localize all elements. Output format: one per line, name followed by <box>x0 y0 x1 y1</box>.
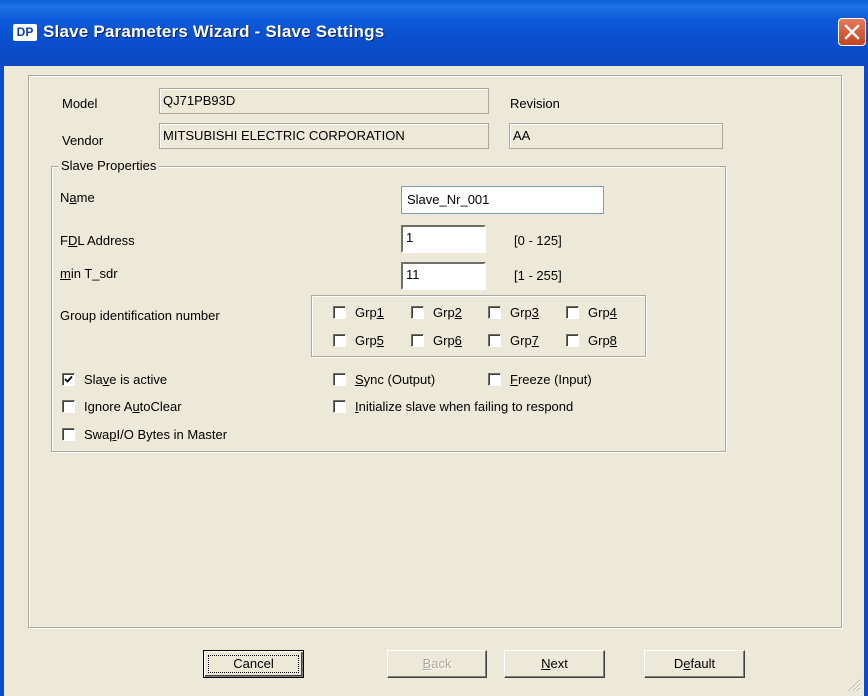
ignore-autoclear-checkbox[interactable]: Ignore Au toClear <box>62 399 182 414</box>
close-icon <box>844 24 860 40</box>
grp-2-checkbox[interactable]: Grp 2 <box>411 305 462 320</box>
grp-6-checkbox[interactable]: Grp 6 <box>411 333 462 348</box>
revision-field[interactable]: AA <box>509 123 723 149</box>
slave-properties-legend: Slave Properties <box>58 158 160 173</box>
vendor-label: Vendor <box>62 133 104 148</box>
grp-7-checkbox[interactable]: Grp 7 <box>488 333 539 348</box>
checkbox-box <box>333 400 346 413</box>
app-icon: DP <box>13 24 37 41</box>
focus-rect <box>208 655 299 673</box>
fdl-address-input[interactable]: 1 <box>401 225 486 253</box>
initialize-slave-checkbox[interactable]: Initialize slave when failing to respond <box>333 399 573 414</box>
window-title: Slave Parameters Wizard - Slave Settings <box>43 22 385 41</box>
group-id-label: Group identification number <box>60 308 220 323</box>
grp-5-checkbox[interactable]: Grp 5 <box>333 333 384 348</box>
default-button[interactable]: Default <box>644 650 745 678</box>
grp-3-checkbox[interactable]: Grp 3 <box>488 305 539 320</box>
checkbox-box <box>488 306 501 319</box>
close-button[interactable] <box>838 18 866 46</box>
window-border-left <box>0 66 4 696</box>
checkbox-box <box>333 334 346 347</box>
next-button[interactable]: Next <box>504 650 605 678</box>
sync-output-checkbox[interactable]: Sync (Output) <box>333 372 435 387</box>
fdl-address-label: FDL Address <box>60 233 135 248</box>
grp-1-checkbox[interactable]: Grp 1 <box>333 305 384 320</box>
checkbox-box <box>333 373 346 386</box>
name-input[interactable]: Slave_Nr_001 <box>401 186 604 214</box>
checkbox-box <box>488 373 501 386</box>
checkbox-box <box>411 306 424 319</box>
vendor-field[interactable]: MITSUBISHI ELECTRIC CORPORATION <box>159 123 489 149</box>
window-border-right <box>864 66 868 696</box>
freeze-input-checkbox[interactable]: Freeze (Input) <box>488 372 592 387</box>
checkbox-box <box>488 334 501 347</box>
checkbox-box <box>566 306 579 319</box>
swap-io-checkbox[interactable]: Swa p I/O Bytes in Master <box>62 427 227 442</box>
revision-label: Revision <box>510 96 560 111</box>
fdl-range-label: [0 - 125] <box>514 233 562 248</box>
min-tsdr-label: min T_sdr <box>60 266 118 281</box>
grp-8-checkbox[interactable]: Grp 8 <box>566 333 617 348</box>
cancel-button[interactable]: Cancel <box>203 650 304 678</box>
model-field[interactable]: QJ71PB93D <box>159 88 489 114</box>
checkbox-box <box>62 400 75 413</box>
slave-active-checkbox[interactable]: Sla v e is active <box>62 372 167 387</box>
tsdr-range-label: [1 - 255] <box>514 268 562 283</box>
grp-4-checkbox[interactable]: Grp 4 <box>566 305 617 320</box>
model-label: Model <box>62 96 98 111</box>
checkbox-box <box>62 428 75 441</box>
resize-grip-icon[interactable] <box>845 676 861 692</box>
checkbox-box <box>333 306 346 319</box>
checkbox-box <box>62 373 75 386</box>
back-button[interactable]: Back <box>387 650 487 678</box>
checkbox-box <box>411 334 424 347</box>
checkmark-icon <box>64 375 73 383</box>
checkbox-box <box>566 334 579 347</box>
title-bar[interactable]: DP Slave Parameters Wizard - Slave Setti… <box>0 0 868 66</box>
wizard-window: DP Slave Parameters Wizard - Slave Setti… <box>0 0 868 696</box>
name-label: Name <box>60 190 95 205</box>
min-tsdr-input[interactable]: 11 <box>401 262 486 290</box>
